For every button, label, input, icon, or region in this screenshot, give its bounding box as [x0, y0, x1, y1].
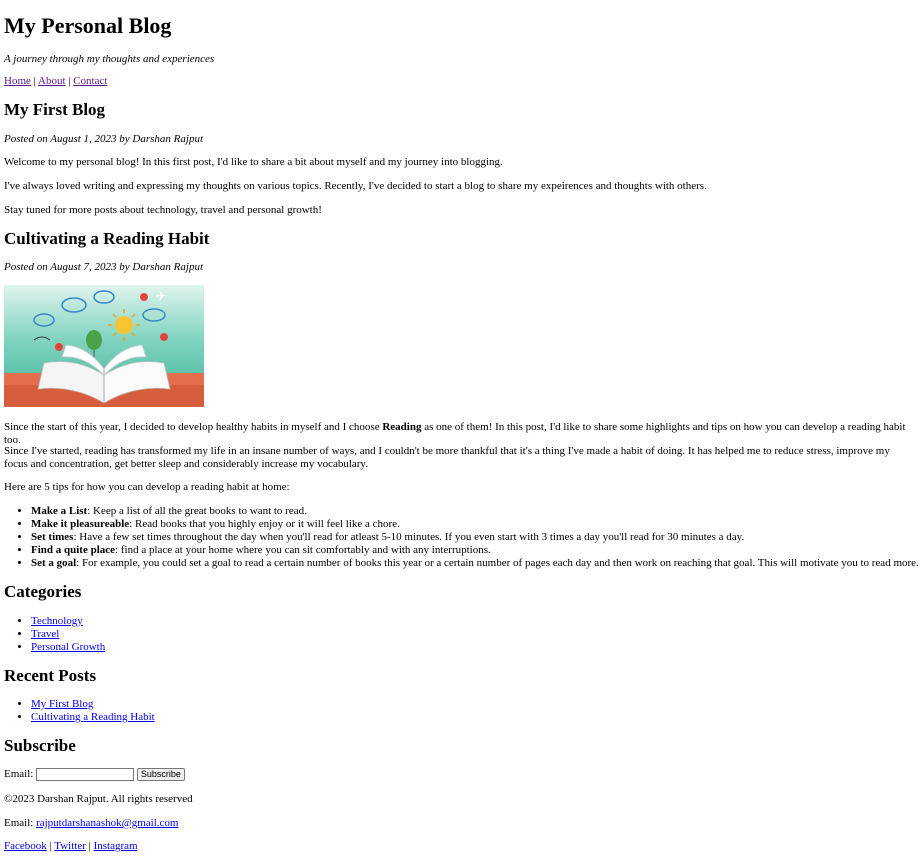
- tip-text: : find a place at your home where you ca…: [115, 544, 491, 556]
- footer-email: Email: rajputdarshanashok@gmail.com: [4, 817, 178, 830]
- list-item: Make it pleasureable: Read books that yo…: [31, 518, 924, 531]
- list-item: Find a quite place: find a place at your…: [31, 544, 924, 557]
- blog-tagline: A journey through my thoughts and experi…: [4, 53, 215, 65]
- nav-separator: |: [30, 75, 38, 87]
- tip-text: : Read books that you highly enjoy or it…: [129, 518, 400, 530]
- nav-contact-link[interactable]: Contact: [73, 75, 107, 87]
- categories-heading: Categories: [4, 582, 82, 601]
- list-item: Set a goal: For example, you could set a…: [31, 557, 924, 570]
- post-paragraph: Stay tuned for more posts about technolo…: [4, 204, 322, 216]
- post-title: My First Blog: [4, 100, 106, 119]
- list-item: Travel: [31, 628, 105, 641]
- category-technology-link[interactable]: Technology: [31, 615, 83, 627]
- subscribe-form: Email: Subscribe: [4, 768, 185, 781]
- social-links: Facebook | Twitter | Instagram: [4, 840, 138, 853]
- nav-home-link[interactable]: Home: [4, 75, 31, 87]
- tip-text: : Keep a list of all the great books to …: [87, 505, 307, 517]
- tip-title: Set a goal: [31, 557, 77, 569]
- tip-text: : Have a few set times throughout the da…: [73, 531, 745, 543]
- blog-title: My Personal Blog: [4, 13, 172, 38]
- list-item: Cultivating a Reading Habit: [31, 711, 155, 724]
- footer-email-label: Email:: [4, 817, 37, 829]
- recent-post-link[interactable]: Cultivating a Reading Habit: [31, 711, 155, 723]
- category-travel-link[interactable]: Travel: [31, 628, 59, 640]
- list-item: Personal Growth: [31, 641, 105, 654]
- category-personal-growth-link[interactable]: Personal Growth: [31, 641, 105, 653]
- footer-email-link[interactable]: rajputdarshanashok@gmail.com: [36, 817, 178, 829]
- tip-title: Find a quite place: [31, 544, 116, 556]
- tip-title: Make a List: [31, 505, 88, 517]
- post-paragraph: Since the start of this year, I decided …: [4, 421, 914, 447]
- subscribe-button[interactable]: Subscribe: [136, 768, 185, 781]
- facebook-link[interactable]: Facebook: [4, 840, 47, 852]
- tip-text: : For example, you could set a goal to r…: [76, 557, 919, 569]
- recent-posts-list: My First Blog Cultivating a Reading Habi…: [4, 698, 155, 724]
- intro-text: Since the start of this year, I decided …: [4, 421, 383, 433]
- recent-posts-heading: Recent Posts: [4, 666, 97, 685]
- post-title: Cultivating a Reading Habit: [4, 229, 210, 248]
- subscribe-heading: Subscribe: [4, 736, 76, 755]
- email-field[interactable]: [36, 768, 135, 781]
- tip-title: Make it pleasureable: [31, 518, 130, 530]
- list-item: Make a List: Keep a list of all the grea…: [31, 505, 924, 518]
- post-meta: Posted on August 1, 2023 by Darshan Rajp…: [4, 133, 204, 145]
- page: My Personal Blog A journey through my th…: [0, 0, 924, 852]
- post-image-open-book: ✈: [4, 285, 204, 407]
- tip-title: Set times: [31, 531, 74, 543]
- copyright-text: ©2023 Darshan Rajput. All rights reserve…: [4, 793, 193, 805]
- top-nav: Home | About | Contact: [4, 75, 107, 88]
- social-separator: |: [85, 840, 94, 852]
- tips-list: Make a List: Keep a list of all the grea…: [4, 505, 924, 570]
- post-paragraph: I've always loved writing and expressing…: [4, 180, 707, 192]
- post-paragraph: Since I've started, reading has transfor…: [4, 445, 890, 470]
- email-label: Email:: [4, 768, 34, 781]
- nav-about-link[interactable]: About: [38, 75, 66, 87]
- twitter-link[interactable]: Twitter: [54, 840, 86, 852]
- recent-post-link[interactable]: My First Blog: [31, 698, 93, 710]
- post-paragraph: Welcome to my personal blog! In this fir…: [4, 156, 503, 168]
- post-paragraph: Here are 5 tips for how you can develop …: [4, 481, 290, 493]
- categories-list: Technology Travel Personal Growth: [4, 615, 105, 654]
- post-meta: Posted on August 7, 2023 by Darshan Rajp…: [4, 261, 204, 273]
- svg-text:✈: ✈: [156, 289, 166, 303]
- intro-bold: Reading: [382, 421, 422, 433]
- list-item: My First Blog: [31, 698, 155, 711]
- instagram-link[interactable]: Instagram: [94, 840, 138, 852]
- list-item: Set times: Have a few set times througho…: [31, 531, 924, 544]
- list-item: Technology: [31, 615, 105, 628]
